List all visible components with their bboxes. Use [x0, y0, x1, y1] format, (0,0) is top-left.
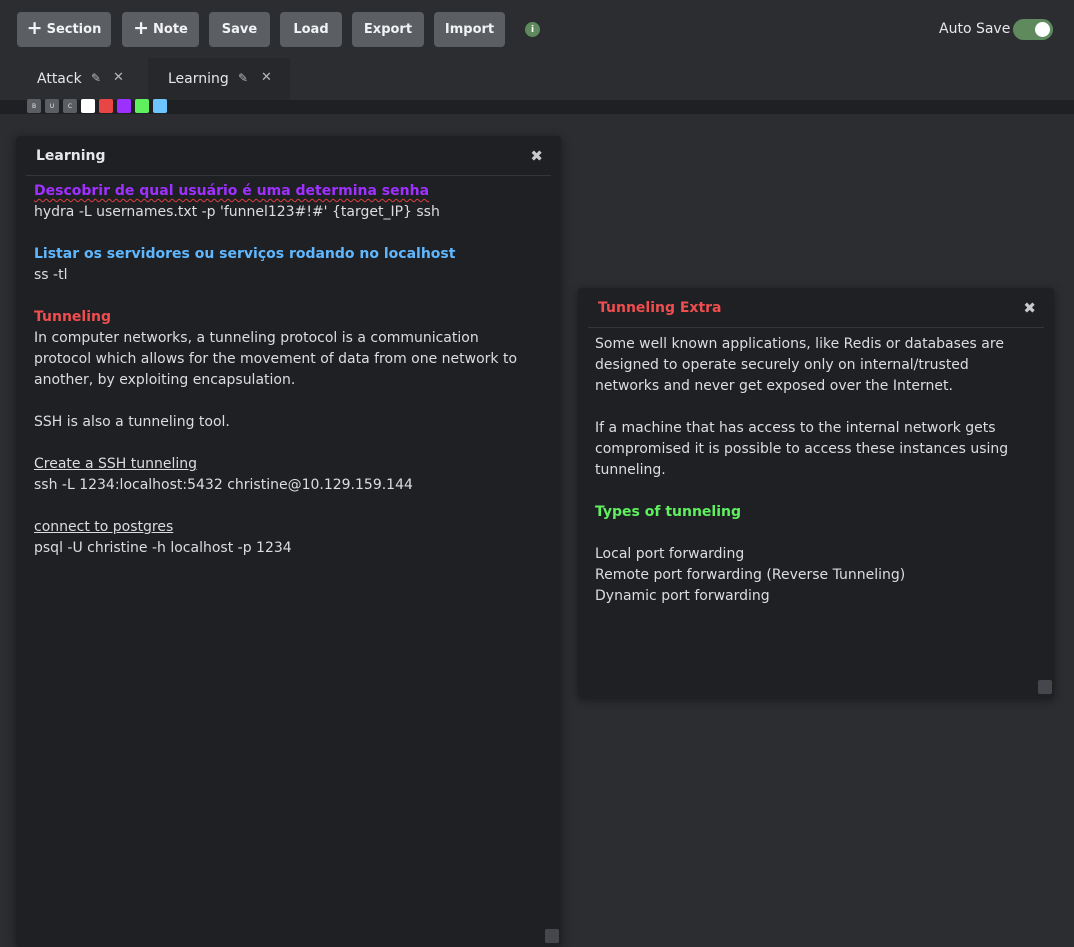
list-item: Dynamic port forwarding: [595, 588, 770, 604]
note-heading: Types of tunneling: [595, 504, 741, 520]
list-item: Local port forwarding: [595, 546, 745, 562]
toggle-knob: [1035, 22, 1050, 37]
code-button[interactable]: C: [63, 99, 77, 113]
color-swatch-blue[interactable]: [153, 99, 167, 113]
note-title[interactable]: Tunneling Extra: [598, 300, 722, 316]
color-swatch-red[interactable]: [99, 99, 113, 113]
load-button[interactable]: Load: [280, 12, 342, 47]
format-bar: B U C: [27, 99, 167, 113]
tab-attack[interactable]: Attack ✎ ✕: [17, 58, 141, 100]
pencil-icon[interactable]: ✎: [238, 71, 248, 85]
toolbar: + Section + Note Save Load Export Import…: [0, 0, 1074, 60]
tab-label: Attack: [37, 71, 82, 87]
resize-handle[interactable]: [545, 929, 559, 943]
tab-label: Learning: [168, 71, 229, 87]
note-header: Tunneling Extra ✖: [588, 288, 1044, 328]
note-heading: Descobrir de qual usuário é uma determin…: [34, 183, 430, 199]
underline-button[interactable]: U: [45, 99, 59, 113]
note-body[interactable]: Descobrir de qual usuário é uma determin…: [34, 181, 547, 559]
notes-workspace: Learning ✖ Descobrir de qual usuário é u…: [0, 114, 1074, 947]
close-icon[interactable]: ✕: [113, 70, 124, 85]
note-paragraph: Some well known applications, like Redis…: [595, 336, 1004, 394]
note-line: ssh -L 1234:localhost:5432 christine@10.…: [34, 477, 413, 493]
plus-icon: +: [133, 17, 150, 39]
note-line: hydra -L usernames.txt -p 'funnel123#!#'…: [34, 204, 440, 220]
note-tunneling-extra[interactable]: Tunneling Extra ✖ Some well known applic…: [578, 288, 1054, 698]
close-icon[interactable]: ✖: [1023, 299, 1036, 317]
plus-icon: +: [26, 17, 43, 39]
add-note-label: Note: [153, 22, 188, 37]
color-swatch-white[interactable]: [81, 99, 95, 113]
info-icon[interactable]: i: [525, 22, 540, 37]
note-paragraph: If a machine that has access to the inte…: [595, 420, 1009, 478]
note-subheading: Create a SSH tunneling: [34, 456, 198, 472]
section-tabs: Attack ✎ ✕ Learning ✎ ✕: [0, 58, 1074, 100]
autosave-label: Auto Save: [939, 21, 1011, 37]
note-line: SSH is also a tunneling tool.: [34, 414, 230, 430]
import-button[interactable]: Import: [434, 12, 505, 47]
color-swatch-purple[interactable]: [117, 99, 131, 113]
note-heading: Listar os servidores ou serviços rodando…: [34, 246, 456, 262]
color-swatch-green[interactable]: [135, 99, 149, 113]
list-item: Remote port forwarding (Reverse Tunnelin…: [595, 567, 906, 583]
note-title[interactable]: Learning: [36, 148, 106, 164]
note-heading: Tunneling: [34, 309, 111, 325]
tab-learning[interactable]: Learning ✎ ✕: [148, 58, 290, 100]
note-line: psql -U christine -h localhost -p 1234: [34, 540, 292, 556]
note-learning[interactable]: Learning ✖ Descobrir de qual usuário é u…: [16, 136, 561, 947]
export-button[interactable]: Export: [352, 12, 424, 47]
close-icon[interactable]: ✖: [530, 147, 543, 165]
add-section-button[interactable]: + Section: [17, 12, 111, 47]
add-section-label: Section: [46, 22, 102, 37]
bold-button[interactable]: B: [27, 99, 41, 113]
resize-handle[interactable]: [1038, 680, 1052, 694]
save-button[interactable]: Save: [209, 12, 270, 47]
note-subheading: connect to postgres: [34, 519, 174, 535]
note-header: Learning ✖: [26, 136, 551, 176]
note-paragraph: In computer networks, a tunneling protoc…: [34, 330, 518, 388]
add-note-button[interactable]: + Note: [122, 12, 199, 47]
pencil-icon[interactable]: ✎: [91, 71, 101, 85]
note-line: ss -tl: [34, 267, 68, 283]
close-icon[interactable]: ✕: [261, 70, 272, 85]
note-body[interactable]: Some well known applications, like Redis…: [595, 334, 1034, 607]
autosave-toggle[interactable]: [1013, 19, 1053, 40]
